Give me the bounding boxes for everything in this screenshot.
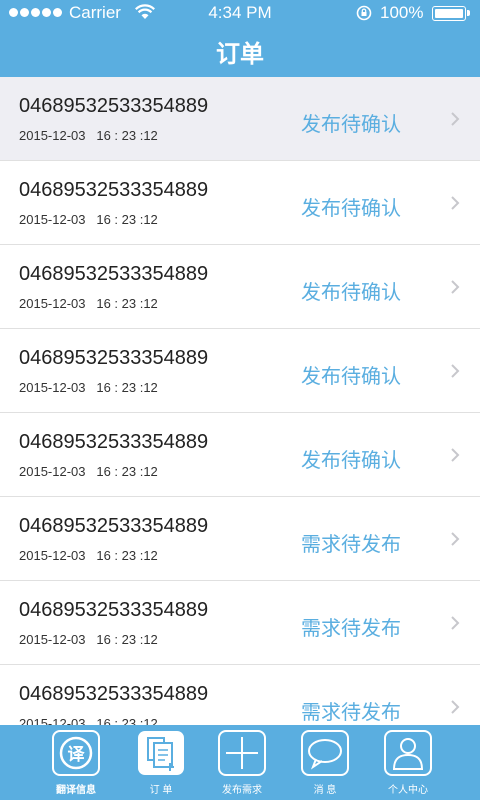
chevron-right-icon — [451, 112, 460, 126]
order-status: 发布待确认 — [301, 282, 401, 304]
battery-icon — [432, 6, 470, 21]
tab-label: 翻译信息 — [56, 785, 96, 796]
plus-icon — [218, 730, 266, 776]
order-datetime: 2015-12-03 16 : 23 :12 — [19, 128, 158, 143]
order-number: 04689532533354889 — [19, 347, 209, 369]
order-time: 16 : 23 :12 — [96, 548, 158, 563]
order-number: 04689532533354889 — [19, 431, 209, 453]
order-date: 2015-12-03 — [19, 128, 86, 143]
order-number: 04689532533354889 — [19, 599, 209, 621]
order-datetime: 2015-12-03 16 : 23 :12 — [19, 296, 158, 311]
order-date: 2015-12-03 — [19, 296, 86, 311]
tab-profile[interactable]: 个人中心 — [378, 730, 438, 796]
order-datetime: 2015-12-03 16 : 23 :12 — [19, 716, 158, 725]
status-bar: Carrier 4:34 PM 100% — [0, 0, 480, 26]
order-number: 04689532533354889 — [19, 179, 209, 201]
order-row[interactable]: 04689532533354889 2015-12-03 16 : 23 :12… — [0, 161, 480, 245]
chevron-right-icon — [451, 532, 460, 546]
order-status: 发布待确认 — [301, 366, 401, 388]
order-time: 16 : 23 :12 — [96, 212, 158, 227]
person-icon — [384, 730, 432, 776]
order-time: 16 : 23 :12 — [96, 464, 158, 479]
order-time: 16 : 23 :12 — [96, 296, 158, 311]
order-row[interactable]: 04689532533354889 2015-12-03 16 : 23 :12… — [0, 245, 480, 329]
tab-label: 个人中心 — [388, 785, 428, 796]
tab-orders[interactable]: 订 单 — [131, 730, 191, 796]
order-datetime: 2015-12-03 16 : 23 :12 — [19, 548, 158, 563]
tab-label: 发布需求 — [222, 785, 262, 796]
order-status: 需求待发布 — [301, 534, 401, 556]
order-row[interactable]: 04689532533354889 2015-12-03 16 : 23 :12… — [0, 413, 480, 497]
order-date: 2015-12-03 — [19, 212, 86, 227]
order-status: 需求待发布 — [301, 702, 401, 724]
order-status: 发布待确认 — [301, 114, 401, 136]
order-row[interactable]: 04689532533354889 2015-12-03 16 : 23 :12… — [0, 329, 480, 413]
tab-label: 消 息 — [313, 785, 337, 796]
order-datetime: 2015-12-03 16 : 23 :12 — [19, 380, 158, 395]
order-date: 2015-12-03 — [19, 548, 86, 563]
chevron-right-icon — [451, 364, 460, 378]
header: Carrier 4:34 PM 100% 订单 — [0, 0, 480, 77]
order-row[interactable]: 04689532533354889 2015-12-03 16 : 23 :12… — [0, 77, 480, 161]
tab-translate-info[interactable]: 译 翻译信息 — [46, 730, 106, 796]
order-time: 16 : 23 :12 — [96, 716, 158, 725]
order-time: 16 : 23 :12 — [96, 128, 158, 143]
tab-label: 订 单 — [149, 785, 173, 796]
order-date: 2015-12-03 — [19, 464, 86, 479]
order-date: 2015-12-03 — [19, 380, 86, 395]
order-list[interactable]: 04689532533354889 2015-12-03 16 : 23 :12… — [0, 77, 480, 725]
chevron-right-icon — [451, 196, 460, 210]
battery-percent: 100% — [380, 3, 424, 22]
order-status: 需求待发布 — [301, 618, 401, 640]
order-row[interactable]: 04689532533354889 2015-12-03 16 : 23 :12… — [0, 581, 480, 665]
order-date: 2015-12-03 — [19, 632, 86, 647]
tab-messages[interactable]: 消 息 — [295, 730, 355, 796]
tab-publish-request[interactable]: 发布需求 — [212, 730, 272, 796]
order-datetime: 2015-12-03 16 : 23 :12 — [19, 464, 158, 479]
order-time: 16 : 23 :12 — [96, 632, 158, 647]
order-number: 04689532533354889 — [19, 95, 209, 117]
message-icon — [301, 730, 349, 776]
translate-icon: 译 — [52, 730, 100, 776]
order-number: 04689532533354889 — [19, 263, 209, 285]
tab-bar: 译 翻译信息 订 单 发布需求 消 息 个人中心 — [0, 725, 480, 800]
order-datetime: 2015-12-03 16 : 23 :12 — [19, 212, 158, 227]
chevron-right-icon — [451, 448, 460, 462]
order-row[interactable]: 04689532533354889 2015-12-03 16 : 23 :12… — [0, 497, 480, 581]
svg-text:译: 译 — [68, 745, 86, 765]
order-status: 发布待确认 — [301, 198, 401, 220]
order-date: 2015-12-03 — [19, 716, 86, 725]
order-datetime: 2015-12-03 16 : 23 :12 — [19, 632, 158, 647]
page-title: 订单 — [216, 41, 264, 68]
chevron-right-icon — [451, 280, 460, 294]
orders-icon — [138, 731, 184, 775]
order-number: 04689532533354889 — [19, 683, 209, 705]
order-number: 04689532533354889 — [19, 515, 209, 537]
order-row[interactable]: 04689532533354889 2015-12-03 16 : 23 :12… — [0, 665, 480, 725]
order-time: 16 : 23 :12 — [96, 380, 158, 395]
chevron-right-icon — [451, 700, 460, 714]
chevron-right-icon — [451, 616, 460, 630]
rotation-lock-icon — [356, 5, 372, 21]
order-status: 发布待确认 — [301, 450, 401, 472]
